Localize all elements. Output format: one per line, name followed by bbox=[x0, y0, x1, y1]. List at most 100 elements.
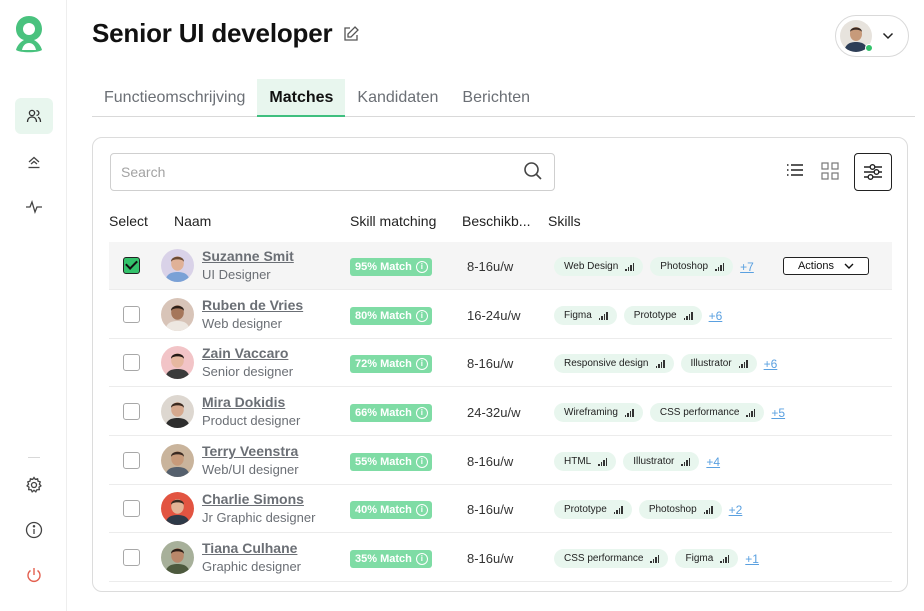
title-wrap: Senior UI developer bbox=[92, 18, 360, 49]
candidate-name-link[interactable]: Charlie Simons bbox=[202, 491, 304, 507]
skill-chip-label: Photoshop bbox=[660, 261, 709, 272]
skill-chip-label: Wireframing bbox=[564, 407, 618, 418]
tab-kandidaten[interactable]: Kandidaten bbox=[345, 79, 450, 117]
availability: 8-16u/w bbox=[467, 454, 514, 469]
actions-label: Actions bbox=[797, 260, 835, 272]
row-checkbox[interactable] bbox=[123, 354, 140, 371]
row-checkbox[interactable] bbox=[123, 549, 140, 566]
candidate-name-link[interactable]: Terry Veenstra bbox=[202, 443, 298, 459]
table-row[interactable]: Charlie Simons Jr Graphic designer 40% Mat… bbox=[109, 485, 892, 533]
availability: 8-16u/w bbox=[467, 259, 514, 274]
matches-card: Select Naam Skill matching Beschikb... S… bbox=[92, 137, 908, 592]
sidebar-item-settings[interactable] bbox=[15, 467, 53, 503]
skill-chip-label: Illustrator bbox=[690, 358, 732, 369]
table-row[interactable]: Mira Dokidis Product designer 66% Match i 24… bbox=[109, 388, 892, 436]
skill-chip: Illustrator bbox=[623, 452, 700, 471]
skill-level-icon bbox=[681, 457, 691, 466]
actions-dropdown[interactable]: Actions bbox=[783, 257, 869, 275]
more-skills-link[interactable]: +6 bbox=[764, 357, 778, 371]
column-header-name[interactable]: Naam bbox=[174, 213, 211, 229]
skill-chip: Illustrator bbox=[680, 354, 757, 373]
skill-chip: HTML bbox=[554, 452, 617, 471]
users-icon bbox=[26, 109, 42, 123]
online-status-dot bbox=[865, 44, 873, 52]
candidate-role: Web designer bbox=[202, 316, 282, 331]
user-menu[interactable] bbox=[835, 15, 909, 57]
table-row[interactable]: Suzanne Smit UI Designer 95% Match i 8-16u/w… bbox=[109, 242, 892, 290]
tab-berichten[interactable]: Berichten bbox=[450, 79, 542, 117]
candidate-avatar bbox=[161, 346, 194, 379]
sidebar bbox=[0, 0, 67, 611]
more-skills-link[interactable]: +2 bbox=[729, 503, 743, 517]
skill-level-icon bbox=[746, 408, 756, 417]
more-skills-link[interactable]: +6 bbox=[709, 309, 723, 323]
column-header-availability[interactable]: Beschikb... bbox=[462, 213, 530, 229]
match-badge-label: 72% Match bbox=[355, 358, 412, 370]
skill-chip-label: CSS performance bbox=[564, 553, 644, 564]
availability: 8-16u/w bbox=[467, 356, 514, 371]
table-row[interactable]: Terry Veenstra Web/UI designer 55% Match i 8… bbox=[109, 437, 892, 485]
gear-icon bbox=[26, 476, 42, 493]
skill-level-icon bbox=[703, 505, 713, 514]
skill-chip: Figma bbox=[675, 549, 739, 568]
info-icon[interactable]: i bbox=[415, 407, 428, 419]
info-icon[interactable]: i bbox=[415, 310, 428, 322]
candidate-name-link[interactable]: Mira Dokidis bbox=[202, 394, 285, 410]
info-icon[interactable]: i bbox=[415, 358, 428, 370]
tab-functieomschrijving[interactable]: Functieomschrijving bbox=[92, 79, 257, 117]
grid-view-icon[interactable] bbox=[821, 162, 839, 180]
match-badge-label: 40% Match bbox=[355, 504, 412, 516]
match-badge: 95% Match i bbox=[350, 258, 432, 276]
more-skills-link[interactable]: +4 bbox=[706, 455, 720, 469]
sliders-icon bbox=[864, 164, 882, 180]
row-checkbox[interactable] bbox=[123, 452, 140, 469]
match-badge-label: 66% Match bbox=[355, 407, 412, 419]
sidebar-item-upload[interactable] bbox=[15, 144, 53, 180]
sidebar-item-activity[interactable] bbox=[15, 189, 53, 225]
skill-chip: Web Design bbox=[554, 257, 644, 276]
sidebar-item-logout[interactable] bbox=[15, 557, 53, 593]
candidate-name-link[interactable]: Zain Vaccaro bbox=[202, 345, 288, 361]
table-row[interactable]: Zain Vaccaro Senior designer 72% Match i 8-1… bbox=[109, 339, 892, 387]
candidate-role: UI Designer bbox=[202, 267, 271, 282]
more-skills-link[interactable]: +1 bbox=[745, 552, 759, 566]
row-checkbox[interactable] bbox=[123, 403, 140, 420]
skill-chip: Prototype bbox=[554, 500, 632, 519]
table-row[interactable]: Tiana Culhane Graphic designer 35% Match i 8… bbox=[109, 534, 892, 582]
skill-level-icon bbox=[613, 505, 623, 514]
candidate-name-link[interactable]: Ruben de Vries bbox=[202, 297, 303, 313]
skill-level-icon bbox=[624, 408, 634, 417]
info-icon bbox=[25, 521, 43, 539]
candidate-name-link[interactable]: Suzanne Smit bbox=[202, 248, 294, 264]
tab-matches[interactable]: Matches bbox=[257, 79, 346, 117]
skills-list: HTML Illustrator +4 bbox=[554, 452, 720, 471]
info-icon[interactable]: i bbox=[415, 456, 428, 468]
candidate-name-link[interactable]: Tiana Culhane bbox=[202, 540, 297, 556]
info-icon[interactable]: i bbox=[415, 553, 428, 565]
chevron-down-icon bbox=[844, 263, 854, 269]
candidate-avatar bbox=[161, 541, 194, 574]
info-icon[interactable]: i bbox=[415, 261, 428, 273]
row-checkbox[interactable] bbox=[123, 257, 140, 274]
sidebar-item-users[interactable] bbox=[15, 98, 53, 134]
activity-icon bbox=[26, 200, 42, 214]
info-icon[interactable]: i bbox=[415, 504, 428, 516]
edit-icon[interactable] bbox=[342, 25, 360, 43]
match-badge: 80% Match i bbox=[350, 307, 432, 325]
table-row[interactable]: Ruben de Vries Web designer 80% Match i 16-2… bbox=[109, 291, 892, 339]
filter-button[interactable] bbox=[854, 153, 892, 191]
search-icon[interactable] bbox=[523, 161, 543, 181]
list-view-icon[interactable] bbox=[786, 162, 804, 178]
search-input[interactable] bbox=[110, 153, 555, 191]
column-header-skill-matching[interactable]: Skill matching bbox=[350, 213, 436, 229]
candidate-avatar bbox=[161, 444, 194, 477]
sidebar-divider bbox=[28, 457, 40, 458]
row-checkbox[interactable] bbox=[123, 306, 140, 323]
skill-chip-label: CSS performance bbox=[659, 407, 740, 418]
sidebar-item-info[interactable] bbox=[15, 512, 53, 548]
skill-level-icon bbox=[650, 554, 660, 563]
more-skills-link[interactable]: +5 bbox=[771, 406, 785, 420]
skill-level-icon bbox=[720, 554, 730, 563]
more-skills-link[interactable]: +7 bbox=[740, 260, 754, 274]
row-checkbox[interactable] bbox=[123, 500, 140, 517]
